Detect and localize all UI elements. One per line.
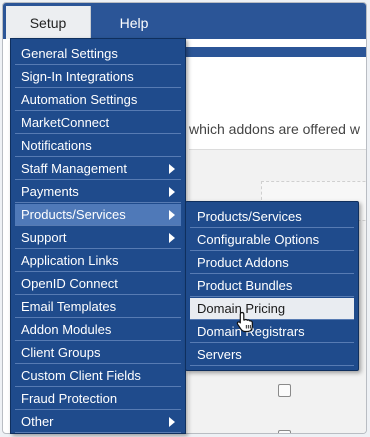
menu-item-label: Staff Management	[21, 161, 127, 176]
menu-item-label: General Settings	[21, 46, 118, 61]
menu-item-support[interactable]: Support	[15, 227, 181, 249]
submenu-item-product-bundles[interactable]: Product Bundles	[190, 275, 354, 297]
menu-item-general-settings[interactable]: General Settings	[15, 43, 181, 65]
menu-item-label: Notifications	[21, 138, 92, 153]
chevron-right-icon	[169, 210, 175, 220]
page-intro-text: which addons are offered w	[189, 121, 360, 137]
menu-item-addon-modules[interactable]: Addon Modules	[15, 319, 181, 341]
menu-item-label: Payments	[21, 184, 79, 199]
row-checkbox[interactable]	[278, 384, 291, 397]
menu-item-email-templates[interactable]: Email Templates	[15, 296, 181, 318]
menu-item-label: Client Groups	[21, 345, 101, 360]
menu-item-client-groups[interactable]: Client Groups	[15, 342, 181, 364]
menu-item-label: Addon Modules	[21, 322, 112, 337]
menu-item-label: Fraud Protection	[21, 391, 118, 406]
chevron-right-icon	[169, 417, 175, 427]
tab-help[interactable]: Help	[94, 6, 174, 39]
submenu-item-domain-pricing[interactable]: Domain Pricing	[190, 298, 354, 320]
menu-item-label: Automation Settings	[21, 92, 138, 107]
products-services-submenu: Products/Services Configurable Options P…	[185, 201, 359, 371]
submenu-item-product-addons[interactable]: Product Addons	[190, 252, 354, 274]
menu-item-label: Application Links	[21, 253, 119, 268]
menu-item-products-services[interactable]: Products/Services	[15, 204, 181, 226]
menu-item-label: Support	[21, 230, 67, 245]
submenu-item-domain-registrars[interactable]: Domain Registrars	[190, 321, 354, 343]
menu-item-label: Products/Services	[21, 207, 126, 222]
menu-item-label: OpenID Connect	[21, 276, 118, 291]
chevron-right-icon	[169, 164, 175, 174]
chevron-right-icon	[169, 187, 175, 197]
menu-item-payments[interactable]: Payments	[15, 181, 181, 203]
menu-item-other[interactable]: Other	[15, 411, 181, 433]
submenu-item-configurable-options[interactable]: Configurable Options	[190, 229, 354, 251]
menu-item-fraud-protection[interactable]: Fraud Protection	[15, 388, 181, 410]
menu-item-notifications[interactable]: Notifications	[15, 135, 181, 157]
top-nav-bar: Setup Help	[3, 3, 366, 39]
menu-item-label: Other	[21, 414, 54, 429]
menu-item-openid-connect[interactable]: OpenID Connect	[15, 273, 181, 295]
submenu-item-servers[interactable]: Servers	[190, 344, 354, 366]
menu-item-marketconnect[interactable]: MarketConnect	[15, 112, 181, 134]
chevron-right-icon	[169, 233, 175, 243]
menu-item-application-links[interactable]: Application Links	[15, 250, 181, 272]
menu-item-automation-settings[interactable]: Automation Settings	[15, 89, 181, 111]
menu-item-label: MarketConnect	[21, 115, 110, 130]
secondary-nav-bar	[183, 47, 366, 57]
row-checkbox[interactable]	[278, 430, 291, 433]
menu-item-custom-client-fields[interactable]: Custom Client Fields	[15, 365, 181, 387]
setup-dropdown-menu: General Settings Sign-In Integrations Au…	[10, 38, 186, 434]
submenu-item-products-services[interactable]: Products/Services	[190, 206, 354, 228]
menu-item-label: Sign-In Integrations	[21, 69, 134, 84]
menu-item-label: Email Templates	[21, 299, 117, 314]
tab-setup[interactable]: Setup	[6, 6, 91, 39]
menu-item-sign-in-integrations[interactable]: Sign-In Integrations	[15, 66, 181, 88]
menu-item-staff-management[interactable]: Staff Management	[15, 158, 181, 180]
menu-item-label: Custom Client Fields	[21, 368, 141, 383]
